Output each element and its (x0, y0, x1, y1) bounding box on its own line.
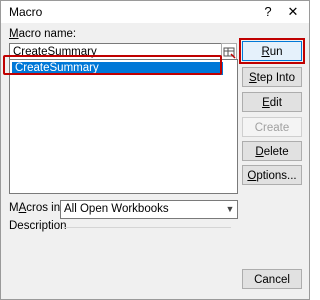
macro-dialog: Macro ? ✕ Macro name: CreateSummary Crea… (0, 0, 310, 300)
macro-name-label: Macro name: (9, 28, 77, 40)
window-title: Macro (9, 5, 43, 19)
edit-button[interactable]: Edit (242, 92, 302, 112)
description-divider (63, 227, 231, 228)
help-button[interactable]: ? (257, 3, 279, 21)
delete-button[interactable]: Delete (242, 141, 302, 161)
macros-in-label: MAcros in: (9, 202, 64, 214)
close-button[interactable]: ✕ (281, 3, 305, 21)
cancel-button[interactable]: Cancel (242, 269, 302, 289)
macros-in-value: All Open Workbooks (64, 203, 169, 215)
run-button[interactable]: Run (242, 41, 302, 61)
macro-list[interactable]: CreateSummary (9, 59, 238, 194)
title-bar: Macro ? ✕ (1, 1, 309, 23)
chevron-down-icon[interactable]: ▼ (223, 201, 237, 218)
step-into-button[interactable]: Step Into (242, 67, 302, 87)
macros-in-select[interactable]: All Open Workbooks ▼ (60, 200, 238, 219)
description-label: Description (9, 220, 67, 232)
options-button[interactable]: Options... (242, 165, 302, 185)
create-button[interactable]: Create (242, 117, 302, 137)
selection-highlight-outline (3, 55, 222, 75)
range-select-icon (223, 47, 236, 59)
